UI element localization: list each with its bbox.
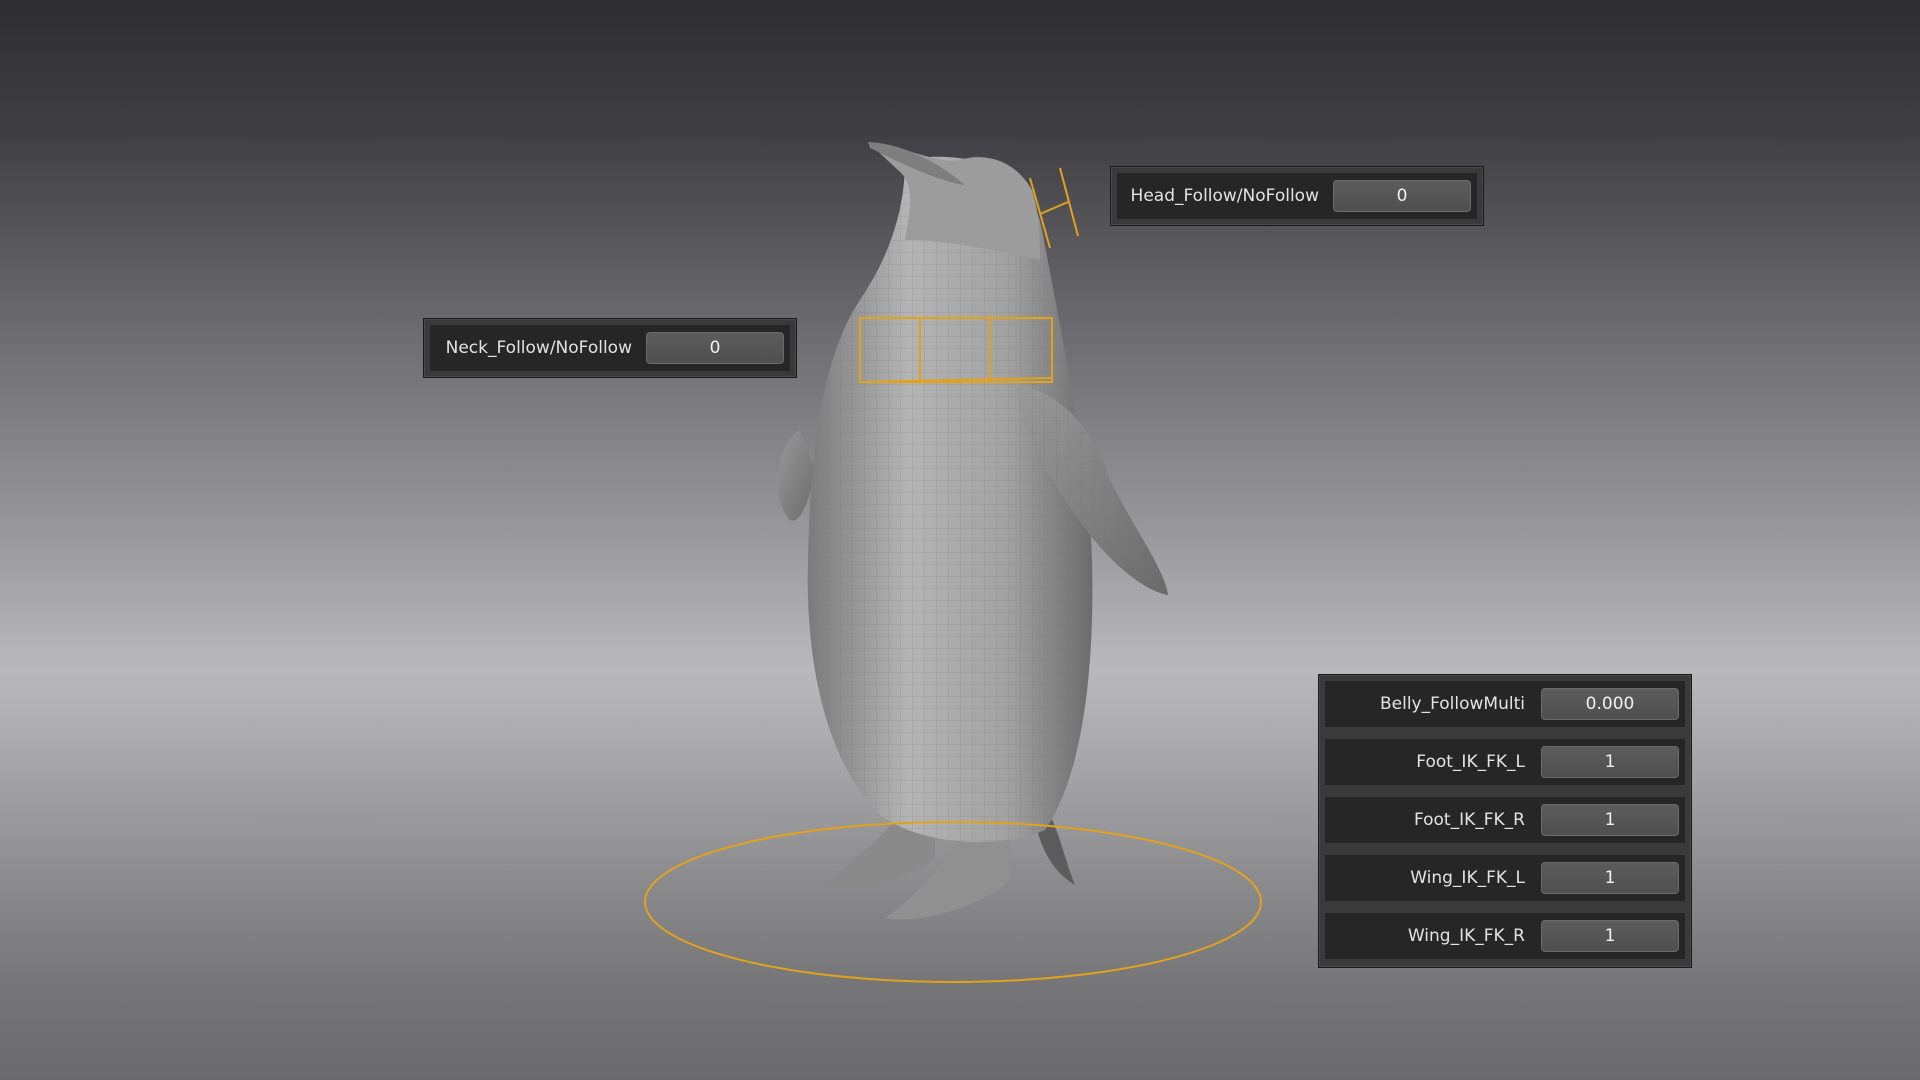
property-row: Belly_FollowMulti 0.000 [1324, 680, 1686, 728]
neck-follow-label: Neck_Follow/NoFollow [445, 338, 632, 358]
foot-ik-fk-r-field[interactable]: 1 [1541, 804, 1679, 836]
foot-ik-fk-l-label: Foot_IK_FK_L [1416, 752, 1525, 772]
head-follow-label: Head_Follow/NoFollow [1130, 186, 1319, 206]
penguin-model[interactable] [777, 142, 1168, 920]
wing-ik-fk-l-field[interactable]: 1 [1541, 862, 1679, 894]
belly-follow-field[interactable]: 0.000 [1541, 688, 1679, 720]
wing-ik-fk-r-field[interactable]: 1 [1541, 920, 1679, 952]
property-row: Wing_IK_FK_R 1 [1324, 912, 1686, 960]
wing-ik-fk-l-label: Wing_IK_FK_L [1410, 868, 1525, 888]
wing-ik-fk-r-label: Wing_IK_FK_R [1407, 926, 1525, 946]
neck-follow-panel: Neck_Follow/NoFollow 0 [423, 318, 797, 378]
neck-follow-field[interactable]: 0 [646, 332, 784, 364]
belly-follow-label: Belly_FollowMulti [1379, 694, 1525, 714]
foot-ik-fk-l-field[interactable]: 1 [1541, 746, 1679, 778]
property-row: Wing_IK_FK_L 1 [1324, 854, 1686, 902]
head-follow-field[interactable]: 0 [1333, 180, 1471, 212]
head-follow-row: Head_Follow/NoFollow 0 [1116, 172, 1478, 220]
penguin-left-wing [777, 430, 815, 521]
neck-follow-row: Neck_Follow/NoFollow 0 [429, 324, 791, 372]
property-row: Foot_IK_FK_R 1 [1324, 796, 1686, 844]
property-row: Foot_IK_FK_L 1 [1324, 738, 1686, 786]
rig-properties-panel: Belly_FollowMulti 0.000 Foot_IK_FK_L 1 F… [1318, 674, 1692, 968]
head-follow-panel: Head_Follow/NoFollow 0 [1110, 166, 1484, 226]
foot-ik-fk-r-label: Foot_IK_FK_R [1413, 810, 1525, 830]
